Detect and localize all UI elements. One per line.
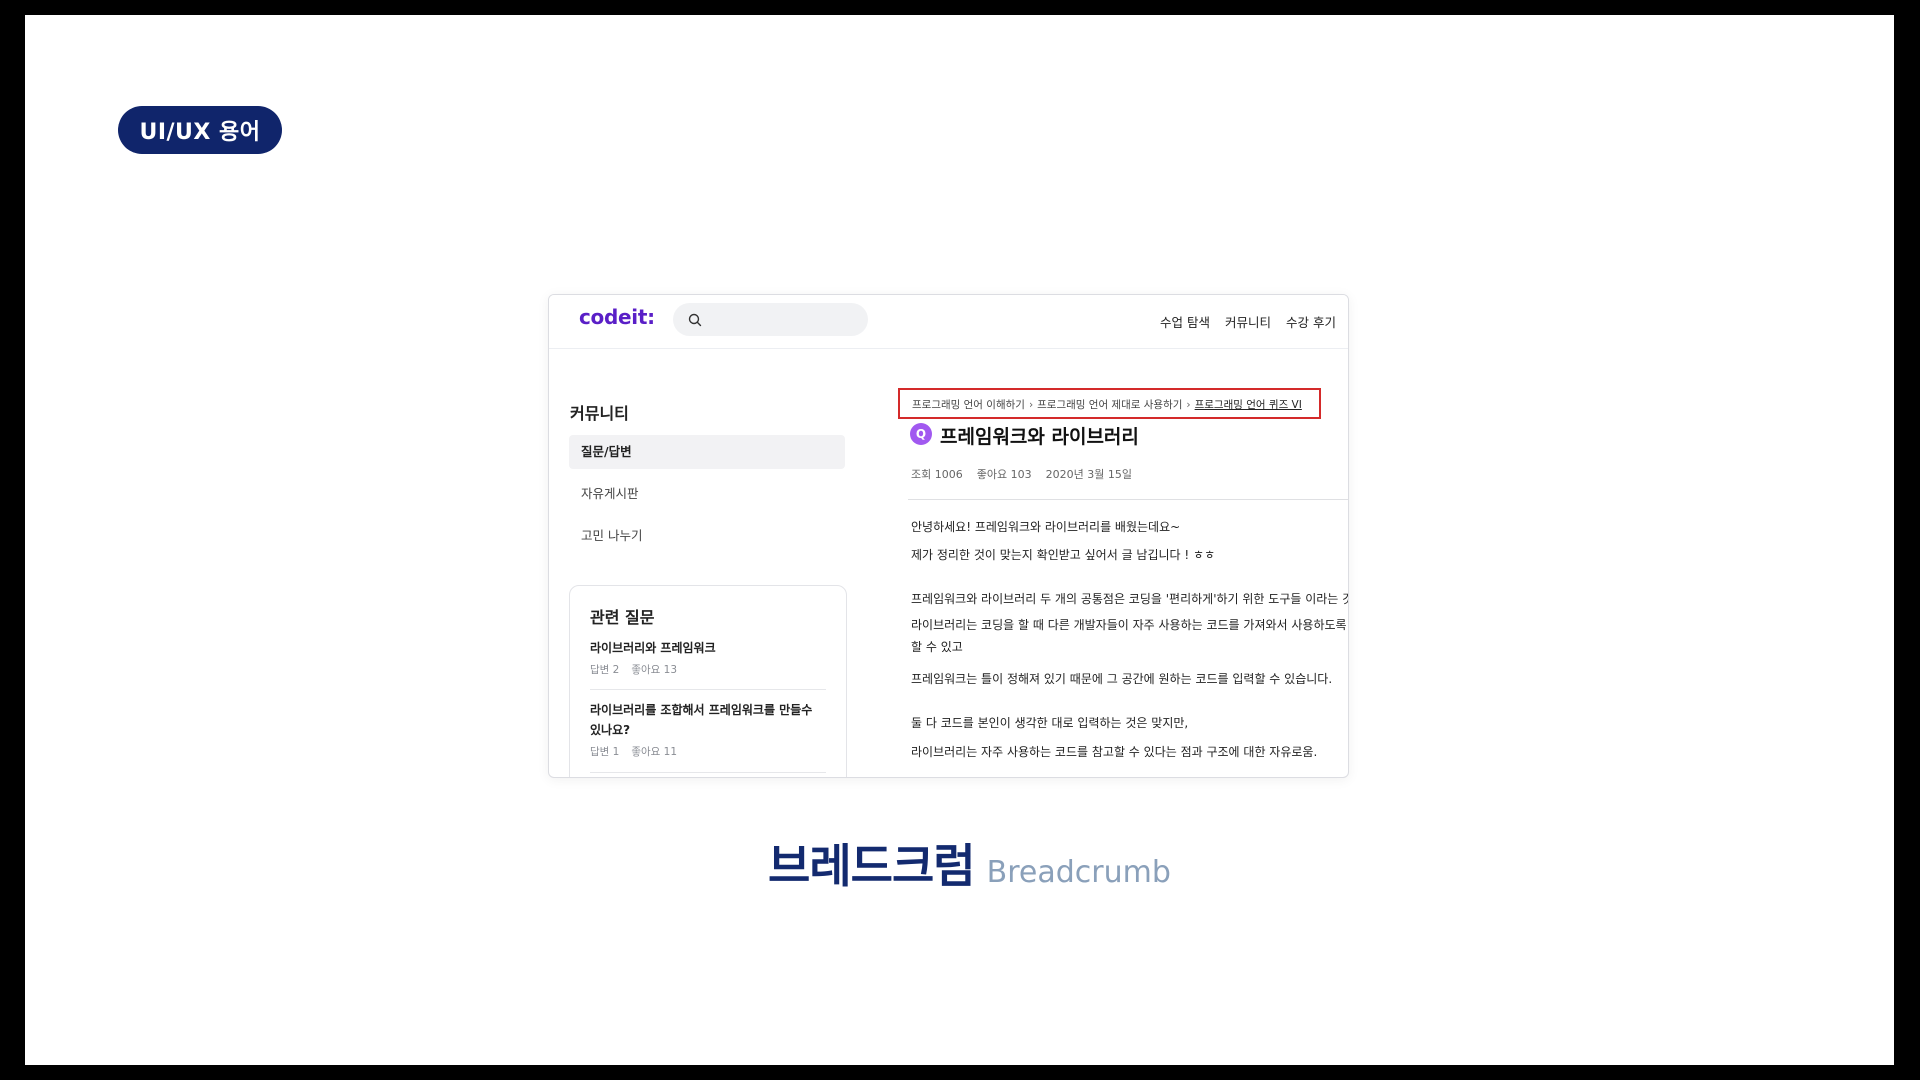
breadcrumb-highlight: 프로그래밍 언어 이해하기 › 프로그래밍 언어 제대로 사용하기 › 프로그래밍 언어…: [898, 388, 1321, 419]
breadcrumb-current[interactable]: 프로그래밍 언어 퀴즈 VI: [1195, 399, 1302, 411]
post-paragraph: 라이브러리는 코딩을 할 때 다른 개발자들이 자주 사용하는 코드를 가져와서…: [911, 618, 1347, 654]
post-date: 2020년 3월 15일: [1045, 468, 1132, 481]
divider: [908, 499, 1348, 500]
topic-tag: UI/UX 용어: [118, 106, 282, 154]
sidebar-item-free-board[interactable]: 자유게시판: [569, 477, 845, 511]
nav-community[interactable]: 커뮤니티: [1225, 312, 1271, 331]
sidebar-item-qna[interactable]: 질문/답변: [569, 435, 845, 469]
post-paragraph: 둘 다 코드를 본인이 생각한 대로 입력하는 것은 맞지만,: [911, 716, 1189, 730]
question-badge-icon: Q: [910, 423, 932, 445]
breadcrumb-item[interactable]: 프로그래밍 언어 이해하기: [912, 399, 1025, 411]
website-screenshot: codeit: 수업 탐색 커뮤니티 수강 후기 커뮤니티 질문/답변 자유게시…: [548, 294, 1349, 778]
search-icon: [688, 313, 702, 327]
related-question[interactable]: 라이브러리와 프레임워크: [590, 638, 826, 658]
related-question[interactable]: 라이브러리를 조합해서 프레임워크를 만들수 있나요?: [590, 700, 826, 740]
breadcrumb-item[interactable]: 프로그래밍 언어 제대로 사용하기: [1037, 399, 1182, 411]
post-meta: 조회 1006 좋아요 103 2020년 3월 15일: [911, 466, 1146, 482]
caption-korean: 브레드크럼: [768, 839, 976, 893]
post-title: 프레임워크와 라이브러리: [940, 426, 1139, 448]
like-count: 좋아요 11: [631, 746, 678, 758]
related-questions-card: 관련 질문 라이브러리와 프레임워크 답변 2 좋아요 13 라이브러리를 조합해…: [569, 585, 847, 777]
breadcrumb-separator: ›: [1186, 399, 1191, 411]
nav-browse-courses[interactable]: 수업 탐색: [1160, 312, 1210, 331]
breadcrumb-separator: ›: [1028, 399, 1034, 411]
like-count: 좋아요 13: [631, 664, 678, 676]
like-count: 좋아요 103: [976, 468, 1032, 481]
search-bar[interactable]: [673, 303, 868, 336]
post-paragraph: 프레임워크는 틀이 정해져 있기 때문에 그 공간에 원하는 코드를 입력할 수…: [911, 672, 1333, 686]
divider: [590, 689, 826, 690]
logo-suffix: :: [647, 305, 655, 329]
nav-reviews[interactable]: 수강 후기: [1286, 312, 1336, 331]
related-meta: 답변 1 좋아요 11: [590, 744, 826, 759]
related-title: 관련 질문: [590, 608, 655, 627]
answer-count: 답변 1: [590, 746, 620, 758]
post-paragraph: 안녕하세요! 프레임워크와 라이브러리를 배웠는데요~: [911, 520, 1181, 534]
sidebar-item-concerns[interactable]: 고민 나누기: [569, 519, 845, 553]
caption-english: Breadcrumb: [986, 855, 1171, 890]
breadcrumb: 프로그래밍 언어 이해하기 › 프로그래밍 언어 제대로 사용하기 › 프로그래밍 언어…: [912, 397, 1302, 412]
post-paragraph: 라이브러리는 자주 사용하는 코드를 참고할 수 있다는 점과 구조에 대한 자…: [911, 745, 1318, 759]
site-header: codeit: 수업 탐색 커뮤니티 수강 후기: [549, 295, 1348, 349]
sidebar-title: 커뮤니티: [570, 404, 629, 423]
post-paragraph: 프레임워크와 라이브러리 두 개의 공통점은 코딩을 '편리하게'하기 위한 도…: [911, 592, 1349, 606]
view-count: 조회 1006: [911, 468, 963, 481]
slide: UI/UX 용어 codeit: 수업 탐색 커뮤니티 수강 후기 커뮤니티 질…: [25, 15, 1894, 1065]
related-meta: 답변 2 좋아요 13: [590, 662, 826, 677]
related-item[interactable]: 라이브러리를 조합해서 프레임워크를 만들수 있나요? 답변 1 좋아요 11: [590, 700, 826, 759]
search-input[interactable]: [709, 308, 863, 332]
codeit-logo[interactable]: codeit:: [579, 305, 655, 329]
post-paragraph: 제가 정리한 것이 맞는지 확인받고 싶어서 글 남깁니다 ! ㅎㅎ: [911, 548, 1216, 562]
sidebar-menu: 질문/답변 자유게시판 고민 나누기: [569, 435, 845, 561]
top-nav: 수업 탐색 커뮤니티 수강 후기: [1160, 312, 1336, 331]
answer-count: 답변 2: [590, 664, 620, 676]
related-item[interactable]: 라이브러리와 프레임워크 답변 2 좋아요 13: [590, 638, 826, 677]
slide-caption: 브레드크럼 Breadcrumb: [768, 830, 1171, 896]
logo-text: codeit: [579, 305, 648, 329]
divider: [590, 772, 826, 773]
